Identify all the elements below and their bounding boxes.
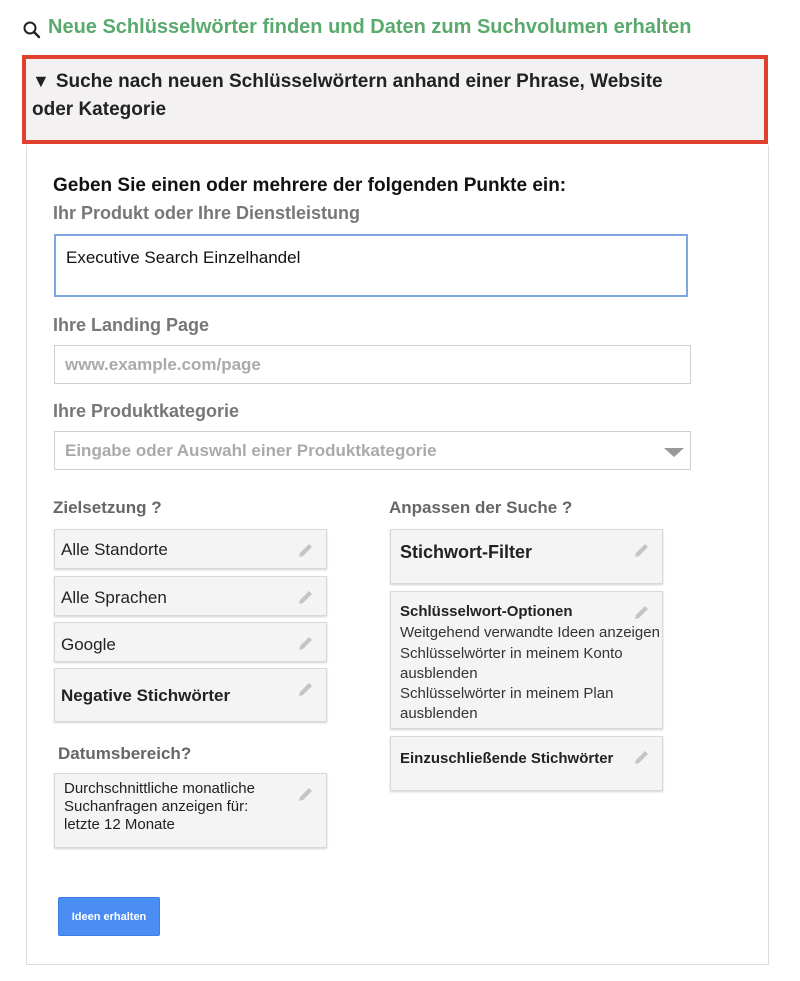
pencil-icon[interactable] — [296, 633, 316, 653]
pencil-icon[interactable] — [296, 540, 316, 560]
find-keywords-link-label: Neue Schlüsselwörter finden und Daten zu… — [48, 15, 692, 38]
get-ideas-button[interactable]: Ideen erhalten — [58, 897, 160, 936]
keyword-options-title: Schlüsselwort-Optionen — [400, 603, 573, 620]
keyword-options-line: Schlüsselwörter in meinem Konto — [400, 645, 623, 662]
landing-page-input[interactable]: www.example.com/page — [54, 345, 691, 384]
keyword-options-line: ausblenden — [400, 665, 478, 682]
category-label: Ihre Produktkategorie — [53, 401, 240, 421]
date-range-line3: letzte 12 Monate — [64, 816, 175, 833]
product-input[interactable]: Executive Search Einzelhandel — [54, 234, 688, 297]
negative-keywords-tile[interactable]: Negative Stichwörter — [54, 668, 327, 722]
include-keywords-tile[interactable]: Einzuschließende Stichwörter — [390, 736, 663, 791]
keyword-options-line: Weitgehend verwandte Ideen anzeigen — [400, 624, 660, 641]
section-header-line1: ▼ Suche nach neuen Schlüsselwörtern anhan… — [32, 67, 752, 96]
include-keywords-value: Einzuschließende Stichwörter — [400, 750, 614, 767]
instruction-heading: Geben Sie einen oder mehrere der folgend… — [53, 175, 567, 196]
date-range-tile[interactable]: Durchschnittliche monatliche Suchanfrage… — [54, 773, 327, 848]
search-icon — [23, 21, 41, 39]
find-keywords-link[interactable]: Neue Schlüsselwörter finden und Daten zu… — [22, 14, 691, 40]
triangle-down-icon: ▼ — [32, 71, 50, 91]
keyword-filter-value: Stichwort-Filter — [400, 542, 533, 562]
date-range-line1: Durchschnittliche monatliche — [64, 780, 255, 797]
negative-keywords-value: Negative Stichwörter — [61, 686, 231, 705]
pencil-icon[interactable] — [632, 747, 652, 767]
pencil-icon[interactable] — [296, 679, 316, 699]
product-label: Ihr Produkt oder Ihre Dienstleistung — [53, 203, 361, 223]
landing-page-label: Ihre Landing Page — [53, 315, 210, 335]
customize-search-label[interactable]: Anpassen der Suche ? — [389, 498, 572, 518]
section-header-title-line2: oder Kategorie — [32, 99, 167, 120]
section-header-search-new-keywords[interactable]: ▼ Suche nach neuen Schlüsselwörtern anhan… — [22, 55, 768, 144]
pencil-icon[interactable] — [632, 540, 652, 560]
keyword-filter-tile[interactable]: Stichwort-Filter — [390, 529, 663, 584]
product-input-value: Executive Search Einzelhandel — [66, 248, 301, 267]
keyword-options-line: ausblenden — [400, 705, 478, 722]
network-tile[interactable]: Google — [54, 622, 327, 662]
targeting-label[interactable]: Zielsetzung ? — [53, 498, 162, 518]
keyword-options-tile[interactable]: Schlüsselwort-Optionen Weitgehend verwan… — [390, 591, 663, 729]
category-placeholder: Eingabe oder Auswahl einer Produktkatego… — [65, 440, 437, 460]
keyword-options-line: Schlüsselwörter in meinem Plan — [400, 685, 614, 702]
dropdown-caret-icon — [664, 448, 684, 457]
network-value: Google — [61, 635, 116, 654]
landing-page-placeholder: www.example.com/page — [65, 354, 261, 374]
languages-tile[interactable]: Alle Sprachen — [54, 576, 327, 616]
locations-value: Alle Standorte — [61, 540, 168, 559]
date-range-label[interactable]: Datumsbereich? — [58, 744, 191, 764]
languages-value: Alle Sprachen — [61, 588, 167, 607]
pencil-icon[interactable] — [296, 784, 316, 804]
pencil-icon[interactable] — [632, 602, 652, 622]
category-select[interactable]: Eingabe oder Auswahl einer Produktkatego… — [54, 431, 691, 470]
date-range-line2: Suchanfragen anzeigen für: — [64, 798, 249, 815]
section-header-title-line1: Suche nach neuen Schlüsselwörtern anhand… — [55, 71, 663, 92]
pencil-icon[interactable] — [296, 587, 316, 607]
locations-tile[interactable]: Alle Standorte — [54, 529, 327, 569]
